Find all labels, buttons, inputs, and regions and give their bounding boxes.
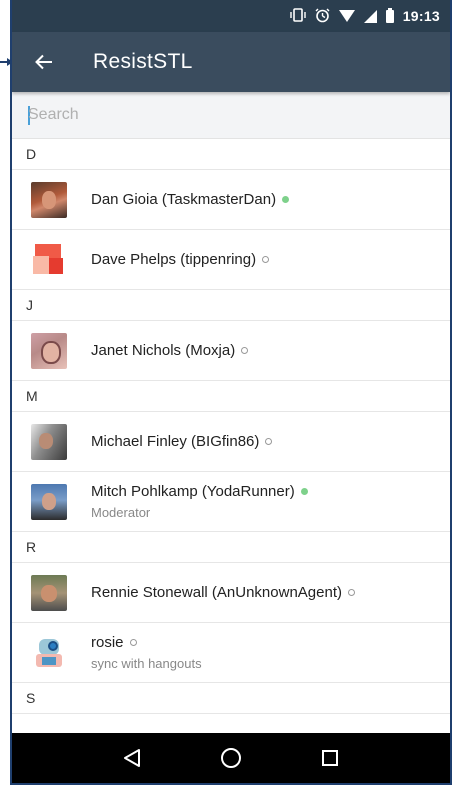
member-name: Dave Phelps (tippenring) [91,251,257,268]
member-name: Mitch Pohlkamp (YodaRunner) [91,483,295,500]
offline-status-icon [241,347,249,354]
member-name: Janet Nichols (Moxja) [91,342,236,359]
robot-avatar [31,634,67,671]
battery-icon [385,7,394,23]
member-name-line: rosie [91,634,202,651]
member-role: Moderator [91,505,151,520]
nav-back-button[interactable] [112,738,152,778]
list-item[interactable]: Janet Nichols (Moxja) [12,321,450,381]
member-name: Dan Gioia (TaskmasterDan) [91,191,277,208]
search-input[interactable] [28,106,408,124]
recents-square-icon [322,750,339,766]
member-text: rosie sync with hangouts [91,634,202,671]
nav-home-button[interactable] [211,738,251,778]
member-name: rosie [91,634,124,651]
member-name: Michael Finley (BIGfin86) [91,433,260,450]
member-name-line: Janet Nichols (Moxja) [91,342,249,359]
member-text: Janet Nichols (Moxja) [91,342,249,359]
section-header-s: S [12,683,450,714]
page-title: ResistSTL [93,50,193,73]
member-name: Rennie Stonewall (AnUnknownAgent) [91,584,342,601]
avatar [31,241,67,278]
home-circle-icon [220,748,241,768]
nav-recents-button[interactable] [310,738,350,778]
member-name-line: Michael Finley (BIGfin86) [91,433,273,450]
alarm-icon [315,8,330,25]
app-bar: ResistSTL [12,32,450,92]
online-status-icon [282,196,290,203]
member-name-line: Dan Gioia (TaskmasterDan) [91,191,290,208]
section-header-d: D [12,139,450,170]
offline-status-icon [262,256,270,263]
back-triangle-icon [123,749,140,767]
member-description: sync with hangouts [91,656,202,671]
search-bar [12,92,450,139]
avatar [31,181,67,218]
list-item[interactable]: Rennie Stonewall (AnUnknownAgent) [12,563,450,623]
list-item[interactable]: Michael Finley (BIGfin86) [12,412,450,472]
system-nav-bar [12,733,450,783]
section-header-m: M [12,381,450,412]
signal-icon [363,9,377,23]
list-item[interactable]: Mitch Pohlkamp (YodaRunner) Moderator [12,472,450,532]
avatar [31,423,67,460]
member-name-line: Dave Phelps (tippenring) [91,251,270,268]
member-name-line: Mitch Pohlkamp (YodaRunner) [91,483,308,500]
phone-screen: 19:13 ResistSTL D Dan Gioia (TaskmasterD… [12,0,450,783]
offline-status-icon [129,639,137,646]
arrow-left-icon [35,54,52,70]
section-header-r: R [12,532,450,563]
vibrate-icon [289,8,306,24]
member-text: Dan Gioia (TaskmasterDan) [91,191,290,208]
list-item[interactable]: rosie sync with hangouts [12,623,450,683]
member-text: Dave Phelps (tippenring) [91,251,270,268]
section-header-j: J [12,290,450,321]
avatar [31,483,67,520]
wifi-icon [338,10,355,22]
member-text: Rennie Stonewall (AnUnknownAgent) [91,584,355,601]
back-button[interactable] [32,50,56,74]
member-text: Mitch Pohlkamp (YodaRunner) Moderator [91,483,308,520]
offline-status-icon [265,438,273,445]
offline-status-icon [347,589,355,596]
list-item[interactable]: Dan Gioia (TaskmasterDan) [12,170,450,230]
status-time: 19:13 [402,8,440,24]
member-text: Michael Finley (BIGfin86) [91,433,273,450]
avatar [31,574,67,611]
member-name-line: Rennie Stonewall (AnUnknownAgent) [91,584,355,601]
online-status-icon [300,488,308,495]
list-item[interactable]: Dave Phelps (tippenring) [12,230,450,290]
avatar [31,332,67,369]
status-bar: 19:13 [12,0,450,32]
